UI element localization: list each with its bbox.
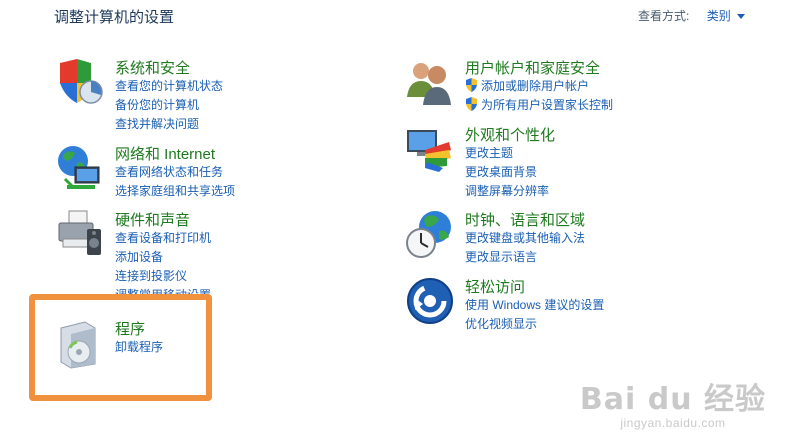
watermark: Bai du 经验 jingyan.baidu.com xyxy=(580,374,766,430)
view-by-label: 查看方式: xyxy=(638,9,690,23)
monitor-palette-icon xyxy=(407,130,451,172)
link-optimize-visual-display[interactable]: 优化视频显示 xyxy=(465,315,604,334)
watermark-url: jingyan.baidu.com xyxy=(620,416,726,430)
category-title[interactable]: 系统和安全 xyxy=(115,57,190,78)
watermark-logo: Bai du 经验 xyxy=(579,382,766,417)
category-title[interactable]: 用户帐户和家庭安全 xyxy=(465,57,600,78)
link-display-language[interactable]: 更改显示语言 xyxy=(465,248,585,267)
chevron-down-icon xyxy=(736,14,745,20)
ease-of-access-icon xyxy=(407,278,453,324)
link-homegroup-sharing[interactable]: 选择家庭组和共享选项 xyxy=(115,182,235,201)
link-view-network-status[interactable]: 查看网络状态和任务 xyxy=(115,163,235,182)
view-by-dropdown[interactable]: 类别 xyxy=(707,9,745,23)
link-windows-suggested-settings[interactable]: 使用 Windows 建议的设置 xyxy=(465,296,604,315)
link-devices-printers[interactable]: 查看设备和打印机 xyxy=(115,229,211,248)
category-title[interactable]: 硬件和声音 xyxy=(115,209,190,230)
highlight-box xyxy=(29,294,212,401)
page-title: 调整计算机的设置 xyxy=(54,9,175,26)
link-parental-controls[interactable]: 为所有用户设置家长控制 xyxy=(465,96,613,115)
link-find-fix-problems[interactable]: 查找并解决问题 xyxy=(115,115,223,134)
uac-shield-icon xyxy=(466,97,477,111)
link-add-device[interactable]: 添加设备 xyxy=(115,248,211,267)
link-screen-resolution[interactable]: 调整屏幕分辨率 xyxy=(465,182,549,201)
link-change-theme[interactable]: 更改主题 xyxy=(465,144,549,163)
link-text: 添加或删除用户帐户 xyxy=(481,79,590,93)
category-title[interactable]: 外观和个性化 xyxy=(465,124,555,145)
view-by-value: 类别 xyxy=(706,9,731,23)
link-connect-projector[interactable]: 连接到投影仪 xyxy=(115,267,211,286)
category-title[interactable]: 网络和 Internet xyxy=(115,143,215,164)
link-desktop-background[interactable]: 更改桌面背景 xyxy=(465,163,549,182)
link-text: 为所有用户设置家长控制 xyxy=(481,98,614,112)
category-title[interactable]: 轻松访问 xyxy=(465,276,525,297)
uac-shield-icon xyxy=(466,78,477,92)
link-backup-computer[interactable]: 备份您的计算机 xyxy=(115,96,223,115)
view-by: 查看方式: 类别 xyxy=(638,7,745,24)
link-add-remove-accounts[interactable]: 添加或删除用户帐户 xyxy=(465,77,613,96)
category-title[interactable]: 时钟、语言和区域 xyxy=(465,209,585,230)
users-icon xyxy=(407,63,451,105)
clock-globe-icon xyxy=(406,211,451,258)
printer-speaker-icon xyxy=(58,210,101,255)
link-change-input-method[interactable]: 更改键盘或其他输入法 xyxy=(465,229,585,248)
link-view-computer-status[interactable]: 查看您的计算机状态 xyxy=(115,77,223,96)
globe-network-icon xyxy=(58,146,100,189)
shield-chart-icon xyxy=(60,59,103,104)
